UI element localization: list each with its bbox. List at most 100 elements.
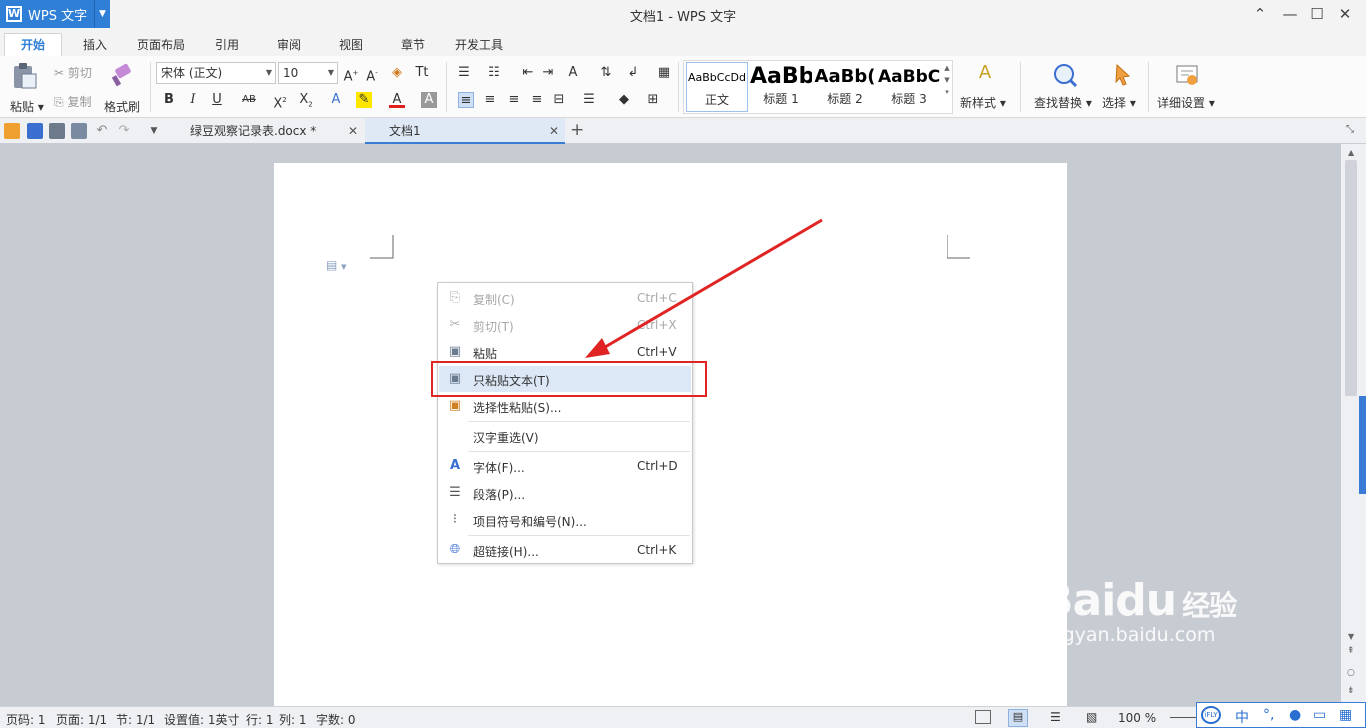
cut-button[interactable]: ✂ 剪切: [54, 64, 92, 81]
select-button[interactable]: 选择 ▾: [1100, 62, 1142, 112]
style-heading-2[interactable]: AaBb( 标题 2: [814, 62, 876, 112]
font-size-select[interactable]: 10 ▼: [278, 62, 338, 84]
doc-tab-2[interactable]: 文档1 ✕: [365, 118, 565, 144]
doc-tab-1[interactable]: 绿豆观察记录表.docx * ✕: [166, 118, 364, 144]
tab-chapter[interactable]: 章节: [401, 36, 425, 53]
maximize-button[interactable]: ☐: [1307, 4, 1327, 24]
align-left-icon[interactable]: ≡: [458, 92, 474, 108]
redo-icon[interactable]: ↷: [116, 123, 132, 139]
find-replace-button[interactable]: 查找替换 ▾: [1032, 62, 1098, 112]
align-right-icon[interactable]: ≡: [506, 92, 522, 108]
char-shading-icon[interactable]: A: [421, 92, 437, 108]
menu-item-cut[interactable]: ✂ 剪切(T) Ctrl+X: [439, 312, 691, 338]
menu-item-reselect-hanzi[interactable]: 汉字重选(V): [439, 423, 691, 449]
align-center-icon[interactable]: ≡: [482, 92, 498, 108]
shading-icon[interactable]: ◆: [616, 92, 632, 108]
pin-icon[interactable]: ⤡: [1346, 124, 1354, 135]
decrease-indent-icon[interactable]: ⇤: [520, 65, 536, 81]
keyboard-icon[interactable]: ▭: [1313, 707, 1326, 723]
save-icon[interactable]: [27, 123, 43, 139]
page-view-icon[interactable]: ▤: [1008, 709, 1028, 727]
tab-insert[interactable]: 插入: [83, 36, 107, 53]
format-painter-button[interactable]: 格式刷: [104, 62, 142, 114]
italic-icon[interactable]: I: [185, 92, 201, 108]
tab-view[interactable]: 视图: [339, 36, 363, 53]
subscript-icon[interactable]: X2: [298, 92, 314, 109]
zoom-slider[interactable]: [1170, 717, 1196, 718]
tab-developer[interactable]: 开发工具: [455, 36, 503, 53]
apps-grid-icon[interactable]: ▦: [1339, 707, 1352, 723]
copy-button[interactable]: ⎘ 复制: [54, 93, 91, 110]
minimize-button[interactable]: —: [1280, 4, 1300, 24]
paste-button[interactable]: 粘贴 ▾: [10, 62, 44, 114]
text-effect-icon[interactable]: A: [328, 92, 344, 108]
show-marks-icon[interactable]: ↲: [625, 65, 641, 81]
scroll-down-icon[interactable]: ▼: [1348, 632, 1354, 641]
fullscreen-icon[interactable]: [975, 710, 991, 724]
underline-icon[interactable]: U: [209, 92, 225, 108]
print-icon[interactable]: [49, 123, 65, 139]
bold-icon[interactable]: B: [161, 92, 177, 108]
superscript-icon[interactable]: X2: [272, 92, 288, 111]
increase-indent-icon[interactable]: ⇥: [540, 65, 556, 81]
outline-view-icon[interactable]: ☰: [1050, 710, 1061, 724]
prev-page-icon[interactable]: ⇞: [1347, 646, 1355, 656]
table-icon[interactable]: ▦: [656, 65, 672, 81]
phonetic-icon[interactable]: Tt: [414, 65, 430, 81]
tab-home[interactable]: 开始: [4, 33, 62, 57]
style-heading-3[interactable]: AaBbC 标题 3: [878, 62, 940, 112]
font-name-value: 宋体 (正文): [161, 66, 223, 80]
open-icon[interactable]: [4, 123, 20, 139]
paste-options-icon[interactable]: ▤ ▼: [326, 258, 347, 272]
distribute-icon[interactable]: ⊟: [551, 92, 567, 108]
new-tab-plus-icon[interactable]: +: [570, 120, 584, 140]
collapse-ribbon-icon[interactable]: ⌃: [1250, 4, 1270, 24]
borders-icon[interactable]: ⊞: [645, 92, 661, 108]
tab-review[interactable]: 审阅: [277, 36, 301, 53]
side-panel-toggle[interactable]: [1359, 396, 1366, 494]
font-color-icon[interactable]: A: [389, 92, 405, 108]
highlight-icon[interactable]: ✎: [356, 92, 372, 108]
web-view-icon[interactable]: ▧: [1086, 710, 1097, 724]
justify-icon[interactable]: ≡: [529, 92, 545, 108]
menu-item-hyperlink[interactable]: 🌐︎ 超链接(H)... Ctrl+K: [439, 537, 691, 563]
style-normal[interactable]: AaBbCcDd 正文: [686, 62, 748, 112]
customize-qat-icon[interactable]: ▼: [146, 123, 162, 139]
style-heading-1[interactable]: AaBb 标题 1: [750, 62, 812, 112]
vertical-scrollbar[interactable]: ▲ ▼ ⇞ ○ ⇟: [1341, 144, 1366, 706]
browse-object-icon[interactable]: ○: [1347, 668, 1355, 678]
char-scale-icon[interactable]: A: [565, 65, 581, 81]
punctuation-icon[interactable]: °,: [1263, 707, 1274, 723]
scroll-thumb[interactable]: [1345, 160, 1357, 396]
font-name-select[interactable]: 宋体 (正文) ▼: [156, 62, 276, 84]
strikethrough-icon[interactable]: AB: [238, 92, 260, 108]
tab-page-layout[interactable]: 页面布局: [137, 36, 185, 53]
tab-references[interactable]: 引用: [215, 36, 239, 53]
title-bar: W WPS 文字 ▼ 文档1 - WPS 文字 ⌃ — ☐ ✕: [0, 0, 1366, 30]
close-icon[interactable]: ✕: [549, 118, 559, 144]
menu-item-paragraph[interactable]: ☰ 段落(P)...: [439, 480, 691, 506]
print-preview-icon[interactable]: [71, 123, 87, 139]
numbering-icon[interactable]: ☷: [486, 65, 502, 81]
close-icon[interactable]: ✕: [348, 118, 358, 144]
ime-mode[interactable]: 中: [1235, 707, 1249, 727]
menu-item-font[interactable]: A 字体(F)... Ctrl+D: [439, 453, 691, 479]
bullets-icon[interactable]: ☰: [456, 65, 472, 81]
list-icon: ⁝: [452, 512, 458, 527]
scroll-up-icon[interactable]: ▲: [1348, 148, 1354, 157]
detail-settings-button[interactable]: 详细设置 ▾: [1156, 62, 1218, 112]
next-page-icon[interactable]: ⇟: [1347, 686, 1355, 696]
undo-icon[interactable]: ↶: [94, 123, 110, 139]
menu-item-bullets-numbering[interactable]: ⁝ 项目符号和编号(N)...: [439, 507, 691, 533]
clear-format-icon[interactable]: ◈: [389, 65, 405, 81]
margin-corner-tl: [370, 235, 394, 259]
new-style-button[interactable]: A 新样式 ▾: [960, 62, 1010, 112]
menu-item-copy[interactable]: ⎘ 复制(C) Ctrl+C: [439, 285, 691, 311]
style-scroll[interactable]: ▲ ▼ ▾: [942, 62, 952, 112]
microphone-icon[interactable]: ●: [1289, 707, 1301, 723]
shrink-font-icon[interactable]: A-: [364, 65, 380, 84]
sort-icon[interactable]: ⇅: [598, 65, 614, 81]
grow-font-icon[interactable]: A+: [343, 65, 359, 84]
line-spacing-icon[interactable]: ☰: [581, 92, 597, 108]
close-button[interactable]: ✕: [1335, 4, 1355, 24]
